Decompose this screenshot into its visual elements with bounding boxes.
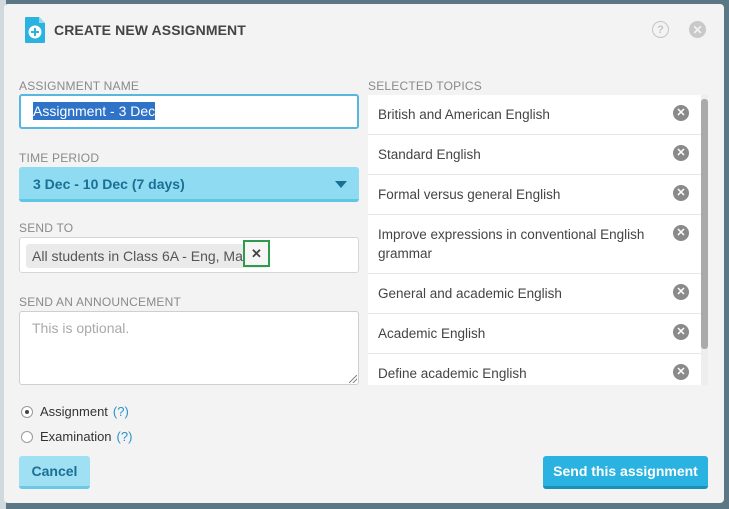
topic-label: General and academic English [378, 286, 562, 301]
assignment-name-label: ASSIGNMENT NAME [19, 79, 140, 93]
topic-item: British and American English ✕ [368, 95, 701, 135]
scrollbar-thumb[interactable] [701, 99, 708, 349]
assignment-name-input[interactable]: Assignment - 3 Dec [19, 94, 359, 129]
new-document-icon [25, 17, 45, 43]
topic-item: Formal versus general English ✕ [368, 175, 701, 215]
send-to-field[interactable]: All students in Class 6A - Eng, Math ✕ [19, 237, 359, 273]
topic-label: Standard English [378, 147, 481, 162]
topic-item: Define academic English ✕ [368, 354, 701, 385]
radio-button[interactable] [21, 405, 33, 418]
remove-recipient-button[interactable]: ✕ [243, 240, 270, 267]
topic-item: Standard English ✕ [368, 135, 701, 175]
topic-label: Formal versus general English [378, 187, 561, 202]
topic-label: Improve expressions in conventional Engl… [378, 227, 645, 261]
topics-scrollbar[interactable] [701, 95, 708, 385]
send-to-label: SEND TO [19, 221, 74, 235]
announcement-label: SEND AN ANNOUNCEMENT [19, 295, 182, 309]
radio-examination-label: Examination [40, 429, 112, 444]
topic-item: Improve expressions in conventional Engl… [368, 215, 701, 274]
topic-label: Define academic English [378, 366, 527, 381]
time-period-label: TIME PERIOD [19, 151, 100, 165]
remove-topic-icon[interactable]: ✕ [673, 105, 689, 121]
create-assignment-dialog: CREATE NEW ASSIGNMENT ? ✕ ASSIGNMENT NAM… [4, 4, 724, 503]
remove-topic-icon[interactable]: ✕ [673, 324, 689, 340]
topic-label: Academic English [378, 326, 486, 341]
radio-assignment-label: Assignment [40, 404, 108, 419]
assignment-help-link[interactable]: (?) [113, 404, 129, 419]
remove-topic-icon[interactable]: ✕ [673, 145, 689, 161]
examination-help-link[interactable]: (?) [117, 429, 133, 444]
selected-topics-label: SELECTED TOPICS [368, 79, 482, 93]
radio-assignment[interactable]: Assignment (?) [21, 404, 129, 419]
topic-item: General and academic English ✕ [368, 274, 701, 314]
chevron-down-icon [335, 181, 347, 188]
topic-label: British and American English [378, 107, 550, 122]
announcement-textarea[interactable] [19, 311, 359, 385]
topic-item: Academic English ✕ [368, 314, 701, 354]
time-period-select[interactable]: 3 Dec - 10 Dec (7 days) [19, 167, 359, 202]
remove-topic-icon[interactable]: ✕ [673, 185, 689, 201]
send-assignment-button[interactable]: Send this assignment [543, 456, 708, 489]
resize-grip-icon[interactable] [349, 375, 357, 383]
radio-examination[interactable]: Examination (?) [21, 429, 132, 444]
recipient-chip: All students in Class 6A - Eng, Math [26, 244, 268, 268]
remove-topic-icon[interactable]: ✕ [673, 284, 689, 300]
dialog-header: CREATE NEW ASSIGNMENT ? ✕ [4, 4, 724, 56]
dialog-title: CREATE NEW ASSIGNMENT [54, 22, 246, 38]
remove-topic-icon[interactable]: ✕ [673, 364, 689, 380]
close-icon[interactable]: ✕ [689, 21, 706, 38]
radio-button[interactable] [21, 430, 33, 443]
remove-topic-icon[interactable]: ✕ [673, 225, 689, 241]
recipient-chip-label: All students in Class 6A - Eng, Math [32, 248, 255, 264]
assignment-name-value: Assignment - 3 Dec [33, 102, 156, 120]
selected-topics-list: British and American English ✕ Standard E… [368, 95, 701, 385]
time-period-value: 3 Dec - 10 Dec (7 days) [33, 176, 185, 192]
help-icon[interactable]: ? [652, 21, 669, 38]
cancel-button[interactable]: Cancel [19, 456, 90, 489]
